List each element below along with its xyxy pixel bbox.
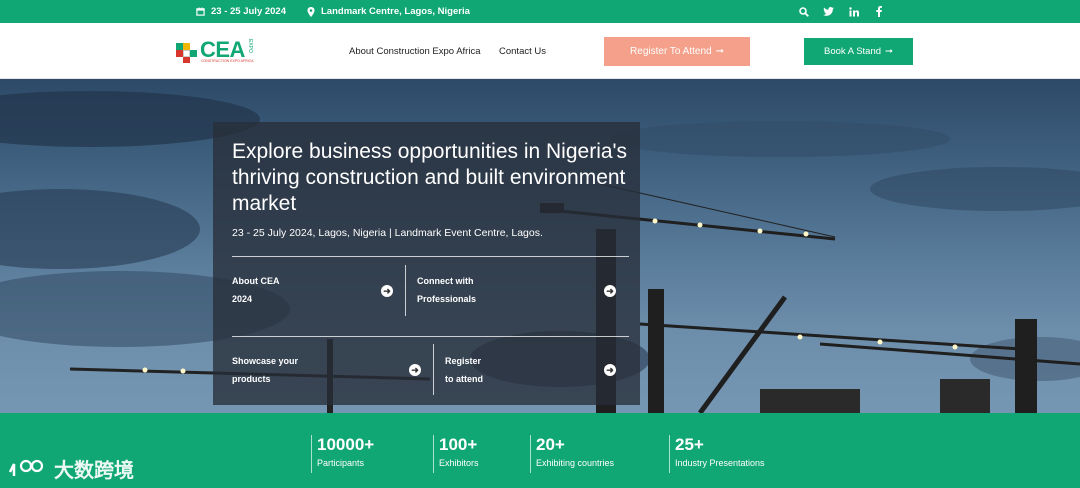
register-to-attend-button[interactable]: Register To Attend ➞ — [604, 37, 750, 66]
stat-label: Participants — [317, 458, 365, 468]
watermark-logo-icon — [8, 459, 44, 476]
location-pin-icon — [307, 6, 315, 17]
nav-about[interactable]: About Construction Expo Africa — [349, 23, 481, 79]
stat-value: 100+ — [439, 435, 478, 454]
link-about-cea-line1: About CEA — [232, 276, 280, 286]
logo-text: CEA — [200, 37, 245, 62]
stat-label: Exhibitors — [439, 458, 479, 468]
event-venue: Landmark Centre, Lagos, Nigeria — [307, 0, 470, 23]
link-showcase-line2: products — [232, 374, 271, 384]
hero-panel: Explore business opportunities in Nigeri… — [213, 122, 640, 405]
event-date-text: 23 - 25 July 2024 — [211, 6, 286, 17]
twitter-icon[interactable] — [823, 6, 834, 17]
nav-contact[interactable]: Contact Us — [499, 23, 546, 79]
arrow-right-icon: ➞ — [715, 46, 724, 57]
arrow-circle-icon[interactable]: ➜ — [409, 364, 421, 376]
arrow-circle-icon[interactable]: ➜ — [381, 285, 393, 297]
hero-headline: Explore business opportunities in Nigeri… — [232, 140, 628, 215]
search-icon[interactable] — [798, 6, 809, 17]
divider — [433, 344, 434, 395]
link-about-cea[interactable]: About CEA 2024 — [232, 272, 342, 308]
divider — [232, 256, 629, 257]
arrow-right-icon: ➞ — [885, 46, 893, 57]
link-about-cea-line2: 2024 — [232, 294, 253, 304]
link-showcase-line1: Showcase your — [232, 356, 299, 366]
stat-exhibitors: 100+ Exhibitors — [433, 435, 479, 473]
stat-value: 25+ — [675, 435, 704, 454]
logo-expo-text: EXPO — [246, 39, 253, 53]
facebook-icon[interactable] — [873, 6, 884, 17]
book-button-label: Book A Stand — [823, 46, 882, 57]
stat-participants: 10000+ Participants — [311, 435, 374, 473]
stat-value: 10000+ — [317, 435, 375, 454]
stat-value: 20+ — [536, 435, 565, 454]
event-date: 23 - 25 July 2024 — [196, 0, 286, 23]
link-register-line1: Register — [445, 356, 482, 366]
logo-subtitle: CONSTRUCTION EXPO AFRICA — [201, 59, 254, 63]
watermark-text: 大数跨境 — [54, 460, 134, 482]
stats-bar: 大数跨境 10000+ Participants 100+ Exhibitors… — [0, 413, 1080, 488]
stat-presentations: 25+ Industry Presentations — [669, 435, 765, 473]
event-venue-text: Landmark Centre, Lagos, Nigeria — [321, 6, 470, 17]
stat-countries: 20+ Exhibiting countries — [530, 435, 614, 473]
hero-section: Explore business opportunities in Nigeri… — [0, 79, 1080, 413]
calendar-icon — [196, 7, 205, 16]
link-connect-line1: Connect with — [417, 276, 474, 286]
linkedin-icon[interactable] — [848, 6, 859, 17]
hero-subline: 23 - 25 July 2024, Lagos, Nigeria | Land… — [232, 227, 543, 239]
link-connect-line2: Professionals — [417, 294, 477, 304]
cea-logo[interactable]: CEA EXPO CONSTRUCTION EXPO AFRICA — [176, 37, 254, 63]
stat-label: Industry Presentations — [675, 458, 765, 468]
link-connect-professionals[interactable]: Connect with Professionals — [417, 272, 527, 308]
book-a-stand-button[interactable]: Book A Stand ➞ — [804, 38, 913, 65]
register-button-label: Register To Attend — [630, 46, 712, 57]
arrow-circle-icon[interactable]: ➜ — [604, 364, 616, 376]
watermark: 大数跨境 — [8, 454, 134, 483]
top-info-bar: 23 - 25 July 2024 Landmark Centre, Lagos… — [0, 0, 1080, 23]
link-showcase-products[interactable]: Showcase your products — [232, 352, 342, 388]
stat-label: Exhibiting countries — [536, 458, 615, 468]
divider — [405, 265, 406, 316]
divider — [232, 336, 629, 337]
site-header: CEA EXPO CONSTRUCTION EXPO AFRICA About … — [0, 23, 1080, 79]
logo-mark — [176, 39, 198, 63]
link-register-attend[interactable]: Register to attend — [445, 352, 555, 388]
social-links — [798, 0, 884, 23]
link-register-line2: to attend — [445, 374, 483, 384]
arrow-circle-icon[interactable]: ➜ — [604, 285, 616, 297]
